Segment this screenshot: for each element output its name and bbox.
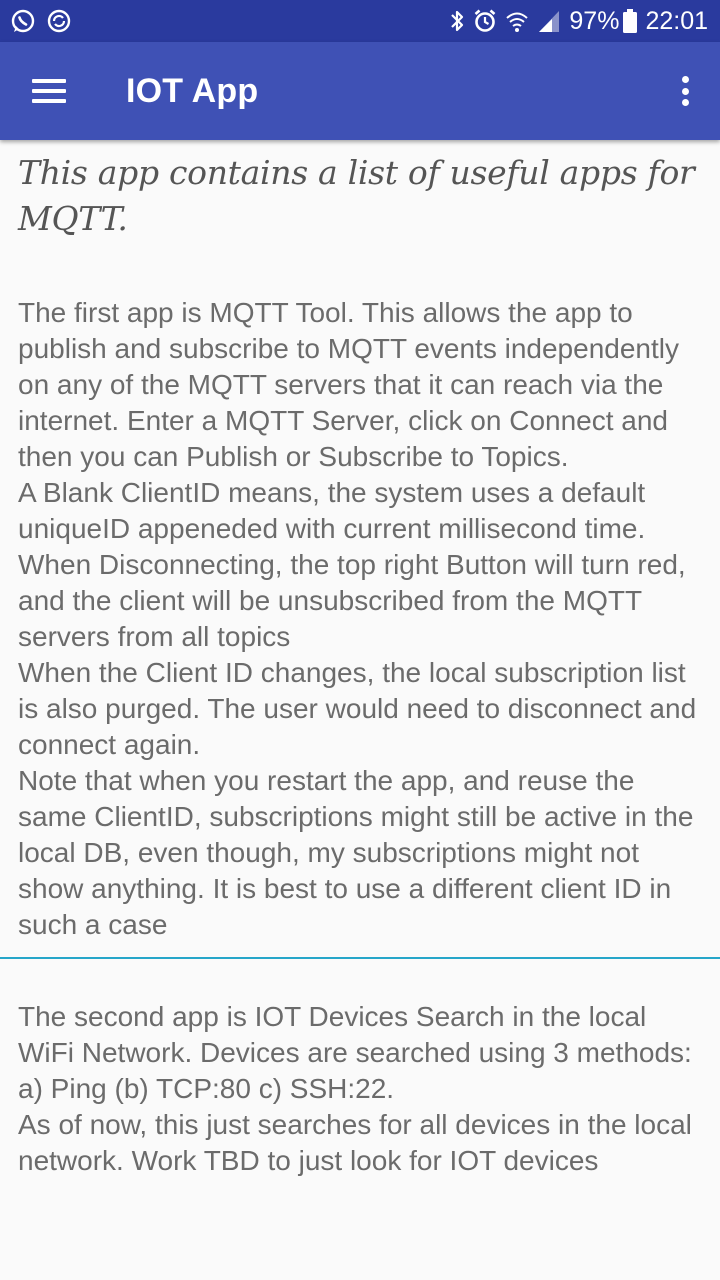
main-content: This app contains a list of useful apps … [0, 140, 720, 1179]
app-title: IOT App [126, 71, 259, 110]
app-bar: IOT App [0, 42, 720, 140]
mqtt-tool-description: The first app is MQTT Tool. This allows … [18, 295, 702, 943]
signal-icon [537, 8, 561, 34]
battery-percent: 97% [569, 6, 620, 35]
paragraph: The first app is MQTT Tool. This allows … [18, 297, 679, 472]
iot-devices-search-description: The second app is IOT Devices Search in … [18, 999, 702, 1179]
bluetooth-icon [449, 8, 465, 34]
status-bar: 97% 22:01 [0, 0, 720, 42]
battery-icon [623, 8, 638, 34]
wifi-icon [505, 8, 529, 34]
section-divider [0, 957, 720, 959]
paragraph: When the Client ID changes, the local su… [18, 657, 697, 760]
sync-icon [46, 8, 72, 34]
paragraph: When Disconnecting, the top right Button… [18, 549, 686, 652]
paragraph: A Blank ClientID means, the system uses … [18, 477, 646, 544]
clock-time: 22:01 [645, 6, 708, 35]
hamburger-menu-icon[interactable] [32, 79, 66, 103]
paragraph: Note that when you restart the app, and … [18, 765, 694, 940]
more-vert-icon[interactable] [680, 76, 690, 106]
paragraph: The second app is IOT Devices Search in … [18, 1001, 692, 1104]
whatsapp-icon [10, 8, 36, 34]
intro-text: This app contains a list of useful apps … [18, 153, 695, 238]
alarm-icon [473, 8, 497, 34]
paragraph: As of now, this just searches for all de… [18, 1109, 692, 1176]
